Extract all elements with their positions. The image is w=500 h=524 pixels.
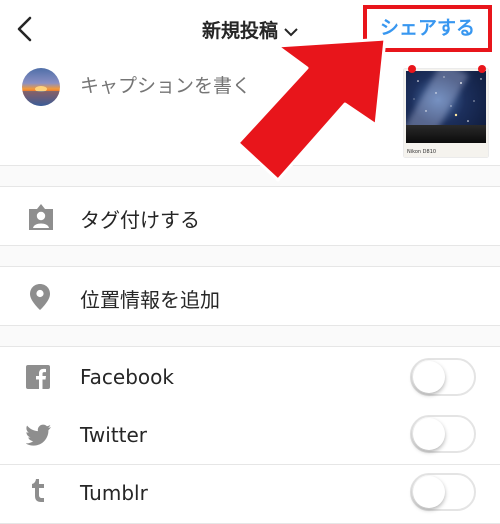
highlight-box: [363, 5, 492, 52]
tumblr-icon: [32, 479, 44, 502]
add-location-row[interactable]: 位置情報を追加: [0, 266, 500, 326]
twitter-bird-icon: [26, 424, 51, 446]
pin-icon: [408, 65, 416, 73]
thumbnail-caption: Nikon D810: [407, 149, 437, 155]
facebook-icon: [26, 365, 50, 389]
starry-night-photo: [406, 71, 486, 143]
avatar: [22, 68, 60, 106]
add-location-label: 位置情報を追加: [80, 288, 220, 312]
tag-people-row[interactable]: タグ付けする: [0, 186, 500, 246]
tumblr-label: Tumblr: [80, 481, 148, 505]
post-thumbnail[interactable]: Nikon D810: [404, 65, 488, 157]
tag-people-label: タグ付けする: [80, 208, 200, 232]
twitter-label: Twitter: [80, 423, 148, 447]
caption-section: Nikon D810: [0, 60, 500, 166]
chevron-down-icon: [284, 27, 298, 36]
share-tumblr-row: Tumblr: [0, 464, 500, 524]
share-facebook-row: Facebook: [0, 346, 500, 406]
section-divider: [0, 166, 500, 186]
tag-person-icon: [29, 204, 53, 230]
facebook-label: Facebook: [80, 365, 174, 389]
sunset-avatar-image: [22, 86, 60, 106]
twitter-toggle[interactable]: [410, 415, 476, 453]
top-bar: 新規投稿 シェアする: [0, 0, 500, 61]
pin-icon: [478, 65, 486, 73]
location-pin-icon: [30, 284, 50, 310]
page-title: 新規投稿: [201, 20, 278, 42]
share-twitter-row: Twitter: [0, 405, 500, 465]
section-divider: [0, 326, 500, 346]
section-divider: [0, 246, 500, 266]
facebook-toggle[interactable]: [410, 358, 476, 396]
tumblr-toggle[interactable]: [410, 473, 476, 511]
caption-input[interactable]: [78, 74, 382, 98]
